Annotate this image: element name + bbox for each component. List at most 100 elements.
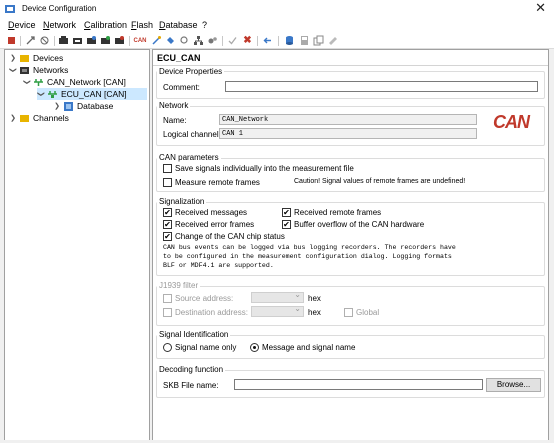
check-icon[interactable] bbox=[227, 35, 238, 46]
message-and-signal-radio[interactable] bbox=[250, 343, 259, 352]
received-messages-checkbox[interactable]: ✔ bbox=[163, 208, 172, 217]
network-group bbox=[156, 106, 545, 146]
hex-label: hex bbox=[308, 294, 321, 303]
skb-file-field[interactable] bbox=[234, 379, 483, 390]
menu-flash[interactable]: Flash bbox=[131, 20, 153, 30]
help-icon[interactable] bbox=[327, 35, 338, 46]
buffer-overflow-label: Buffer overflow of the CAN hardware bbox=[294, 220, 425, 229]
channels-icon bbox=[20, 114, 29, 122]
page-title: ECU_CAN bbox=[157, 53, 201, 63]
network-name-value: CAN_Network bbox=[222, 116, 269, 124]
ecu-icon bbox=[48, 90, 57, 98]
tree-item-can-network[interactable]: ❯ CAN_Network [CAN] bbox=[23, 76, 126, 88]
chevron-down-icon[interactable]: ❯ bbox=[37, 90, 45, 98]
tree-item-networks[interactable]: ❯ Networks bbox=[9, 64, 68, 76]
networks-icon bbox=[20, 66, 29, 74]
bus-remove-icon[interactable] bbox=[114, 35, 125, 46]
save-icon[interactable] bbox=[299, 35, 310, 46]
tree-label: Channels bbox=[33, 113, 69, 123]
devices-icon bbox=[20, 54, 29, 62]
network-remove-icon[interactable] bbox=[72, 35, 83, 46]
chevron-right-icon[interactable]: ❯ bbox=[9, 114, 17, 122]
group-label: J1939 filter bbox=[157, 281, 201, 290]
toolbar-separator bbox=[129, 36, 130, 46]
caution-text: Caution! Signal values of remote frames … bbox=[294, 178, 466, 185]
source-address-select[interactable] bbox=[251, 290, 304, 303]
device-tree: ❯ Devices ❯ Networks ❯ CAN_Network [CAN]… bbox=[4, 49, 150, 441]
menu-database[interactable]: Database bbox=[159, 20, 198, 30]
network-name-field: CAN_Network bbox=[219, 114, 477, 125]
group-label: Decoding function bbox=[157, 365, 226, 374]
window-title: Device Configuration bbox=[22, 4, 97, 13]
logical-channel-field: CAN 1 bbox=[219, 128, 477, 139]
signal-name-only-label: Signal name only bbox=[175, 343, 237, 352]
bus-add-icon[interactable] bbox=[100, 35, 111, 46]
j1939-group bbox=[156, 286, 545, 326]
global-checkbox[interactable] bbox=[344, 308, 353, 317]
chevron-right-icon[interactable]: ❯ bbox=[53, 102, 61, 110]
source-address-checkbox[interactable] bbox=[163, 294, 172, 303]
tree-item-ecu-can[interactable]: ❯ ECU_CAN [CAN] bbox=[37, 88, 147, 100]
import-icon[interactable] bbox=[262, 35, 273, 46]
toolbar-separator bbox=[20, 36, 21, 46]
chevron-down-icon[interactable]: ❯ bbox=[9, 66, 17, 74]
chevron-right-icon[interactable]: ❯ bbox=[9, 54, 17, 62]
received-remote-label: Received remote frames bbox=[294, 208, 382, 217]
group-label: CAN parameters bbox=[157, 153, 221, 162]
menu-help[interactable]: ? bbox=[202, 20, 207, 30]
bus-icon[interactable] bbox=[86, 35, 97, 46]
tree-item-channels[interactable]: ❯ Channels bbox=[9, 112, 69, 124]
can-icon[interactable]: CAN bbox=[133, 35, 147, 46]
tree-item-devices[interactable]: ❯ Devices bbox=[9, 52, 63, 64]
database-icon[interactable] bbox=[284, 35, 295, 46]
destination-address-checkbox[interactable] bbox=[163, 308, 172, 317]
database-icon bbox=[64, 101, 73, 111]
tree-icon[interactable] bbox=[193, 35, 204, 46]
logical-channel-value: CAN 1 bbox=[222, 130, 244, 138]
toolbar-separator bbox=[278, 36, 279, 46]
chevron-down-icon[interactable]: ❯ bbox=[23, 78, 31, 86]
close-icon[interactable]: ✕ bbox=[535, 1, 546, 15]
delete-icon[interactable]: ✖ bbox=[242, 35, 253, 46]
buffer-overflow-checkbox[interactable]: ✔ bbox=[282, 220, 291, 229]
logging-note-line3: BLF or MDF4.1 are supported. bbox=[163, 262, 274, 269]
tree-label: ECU_CAN [CAN] bbox=[61, 89, 127, 99]
logical-channel-label: Logical channel: bbox=[163, 130, 221, 139]
wizard-icon[interactable] bbox=[151, 35, 162, 46]
signal-name-only-radio[interactable] bbox=[163, 343, 172, 352]
network-add-icon[interactable] bbox=[58, 35, 69, 46]
toolbar-separator bbox=[54, 36, 55, 46]
chip-status-label: Change of the CAN chip status bbox=[175, 232, 285, 241]
destination-address-select[interactable] bbox=[251, 304, 304, 317]
menu-network[interactable]: Network bbox=[43, 20, 76, 30]
group-label: Signal Identification bbox=[157, 330, 231, 339]
received-messages-label: Received messages bbox=[175, 208, 248, 217]
message-and-signal-label: Message and signal name bbox=[262, 343, 356, 352]
properties-panel: ECU_CAN Device Properties Comment: Netwo… bbox=[152, 49, 549, 441]
measure-remote-checkbox[interactable] bbox=[163, 178, 172, 187]
comment-label: Comment: bbox=[163, 83, 200, 92]
copy-icon[interactable] bbox=[313, 35, 324, 46]
disconnect-icon[interactable] bbox=[39, 35, 50, 46]
measure-remote-label: Measure remote frames bbox=[175, 178, 260, 187]
tree-label: Database bbox=[77, 101, 114, 111]
tree-item-database[interactable]: ❯ Database bbox=[53, 100, 113, 112]
can-logo: CAN bbox=[493, 112, 530, 132]
menu-device[interactable]: Device bbox=[8, 20, 36, 30]
title-bar: Device Configuration ✕ bbox=[0, 0, 554, 18]
hex-label: hex bbox=[308, 308, 321, 317]
chip-status-checkbox[interactable]: ✔ bbox=[163, 232, 172, 241]
settings-icon[interactable] bbox=[207, 35, 218, 46]
save-signals-checkbox[interactable] bbox=[163, 164, 172, 173]
received-error-checkbox[interactable]: ✔ bbox=[163, 220, 172, 229]
connect-icon[interactable] bbox=[25, 35, 36, 46]
power-icon[interactable] bbox=[6, 35, 17, 46]
search-icon[interactable] bbox=[179, 35, 190, 46]
comment-field[interactable] bbox=[225, 81, 538, 92]
menu-calibration[interactable]: Calibration bbox=[84, 20, 127, 30]
browse-button[interactable]: Browse... bbox=[486, 378, 541, 392]
tree-label: Networks bbox=[33, 65, 69, 75]
skb-file-label: SKB File name: bbox=[163, 381, 219, 390]
received-remote-checkbox[interactable]: ✔ bbox=[282, 208, 291, 217]
ecu-icon[interactable] bbox=[165, 35, 176, 46]
